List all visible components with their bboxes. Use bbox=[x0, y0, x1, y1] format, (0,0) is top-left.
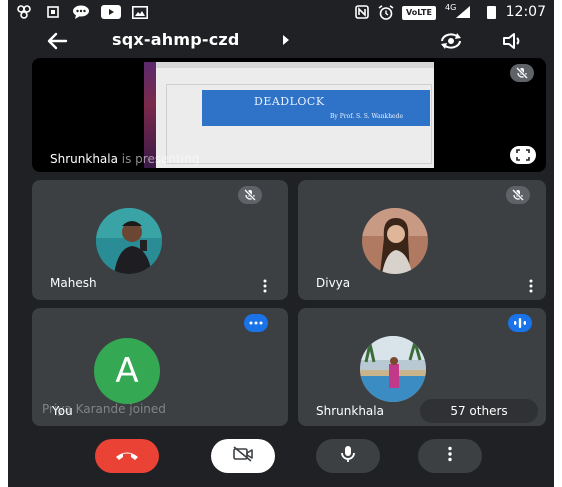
more-vertical-icon[interactable] bbox=[262, 278, 268, 293]
presentation-tile[interactable]: DEADLOCK By Prof. S. S. Wankhede Shrunkh… bbox=[32, 58, 546, 172]
mic-icon bbox=[340, 445, 356, 467]
mic-off-icon bbox=[238, 186, 262, 204]
meeting-header: sqx-ahmp-czd bbox=[8, 26, 554, 56]
nfc-icon bbox=[354, 5, 370, 19]
youtube-icon bbox=[100, 5, 122, 19]
more-options-button[interactable] bbox=[418, 439, 482, 473]
settings-gear-icon bbox=[16, 5, 32, 19]
speaking-indicator-icon bbox=[244, 314, 268, 332]
meet-screen: VoLTE 4G 12:07 sqx-ahmp-czd DEADLOCK By … bbox=[8, 0, 554, 487]
more-vertical-icon bbox=[447, 446, 453, 466]
camera-toggle-button[interactable] bbox=[211, 439, 275, 473]
switch-camera-icon[interactable] bbox=[438, 29, 464, 53]
signal-icon bbox=[456, 6, 470, 18]
back-arrow-icon[interactable] bbox=[44, 29, 70, 53]
speaking-indicator-icon bbox=[508, 314, 532, 332]
caret-right-icon[interactable] bbox=[283, 35, 289, 45]
fullscreen-icon[interactable] bbox=[510, 146, 536, 164]
status-bar: VoLTE 4G 12:07 bbox=[8, 0, 554, 26]
alarm-icon bbox=[378, 4, 394, 20]
join-toast: Priya Karande joined bbox=[42, 402, 166, 416]
participant-tile[interactable]: Mahesh bbox=[32, 180, 288, 300]
presenter-name: Shrunkhala bbox=[50, 152, 118, 166]
avatar-letter: A bbox=[115, 351, 139, 391]
avatar bbox=[96, 208, 162, 274]
gallery-icon bbox=[132, 5, 148, 19]
window-bar bbox=[156, 62, 434, 68]
more-vertical-icon[interactable] bbox=[528, 278, 534, 293]
mic-toggle-button[interactable] bbox=[316, 439, 380, 473]
square-icon bbox=[46, 5, 60, 19]
volte-badge: VoLTE bbox=[402, 6, 436, 20]
mic-off-icon bbox=[510, 64, 534, 82]
end-call-button[interactable] bbox=[95, 439, 159, 473]
presenting-suffix: is presenting bbox=[117, 152, 200, 166]
battery-icon bbox=[487, 6, 496, 19]
participant-name: Divya bbox=[316, 276, 351, 290]
slide-subtitle: By Prof. S. S. Wankhede bbox=[330, 113, 403, 120]
others-count-button[interactable]: 57 others bbox=[420, 399, 538, 423]
slide-title: DEADLOCK bbox=[254, 95, 325, 108]
avatar bbox=[360, 336, 426, 402]
avatar: A bbox=[94, 338, 160, 404]
participant-name: Mahesh bbox=[50, 276, 97, 290]
clock: 12:07 bbox=[505, 4, 546, 20]
camera-off-icon bbox=[231, 445, 255, 467]
end-call-icon bbox=[114, 447, 140, 466]
avatar bbox=[362, 208, 428, 274]
participant-name: Shrunkhala bbox=[316, 404, 384, 418]
meeting-code[interactable]: sqx-ahmp-czd bbox=[112, 30, 240, 49]
speaker-icon[interactable] bbox=[500, 29, 526, 53]
chat-icon bbox=[72, 5, 90, 19]
participant-tile[interactable]: Divya bbox=[298, 180, 546, 300]
network-type: 4G bbox=[445, 3, 457, 12]
mic-off-icon bbox=[506, 186, 530, 204]
presenting-label: Shrunkhala is presenting bbox=[50, 152, 199, 166]
